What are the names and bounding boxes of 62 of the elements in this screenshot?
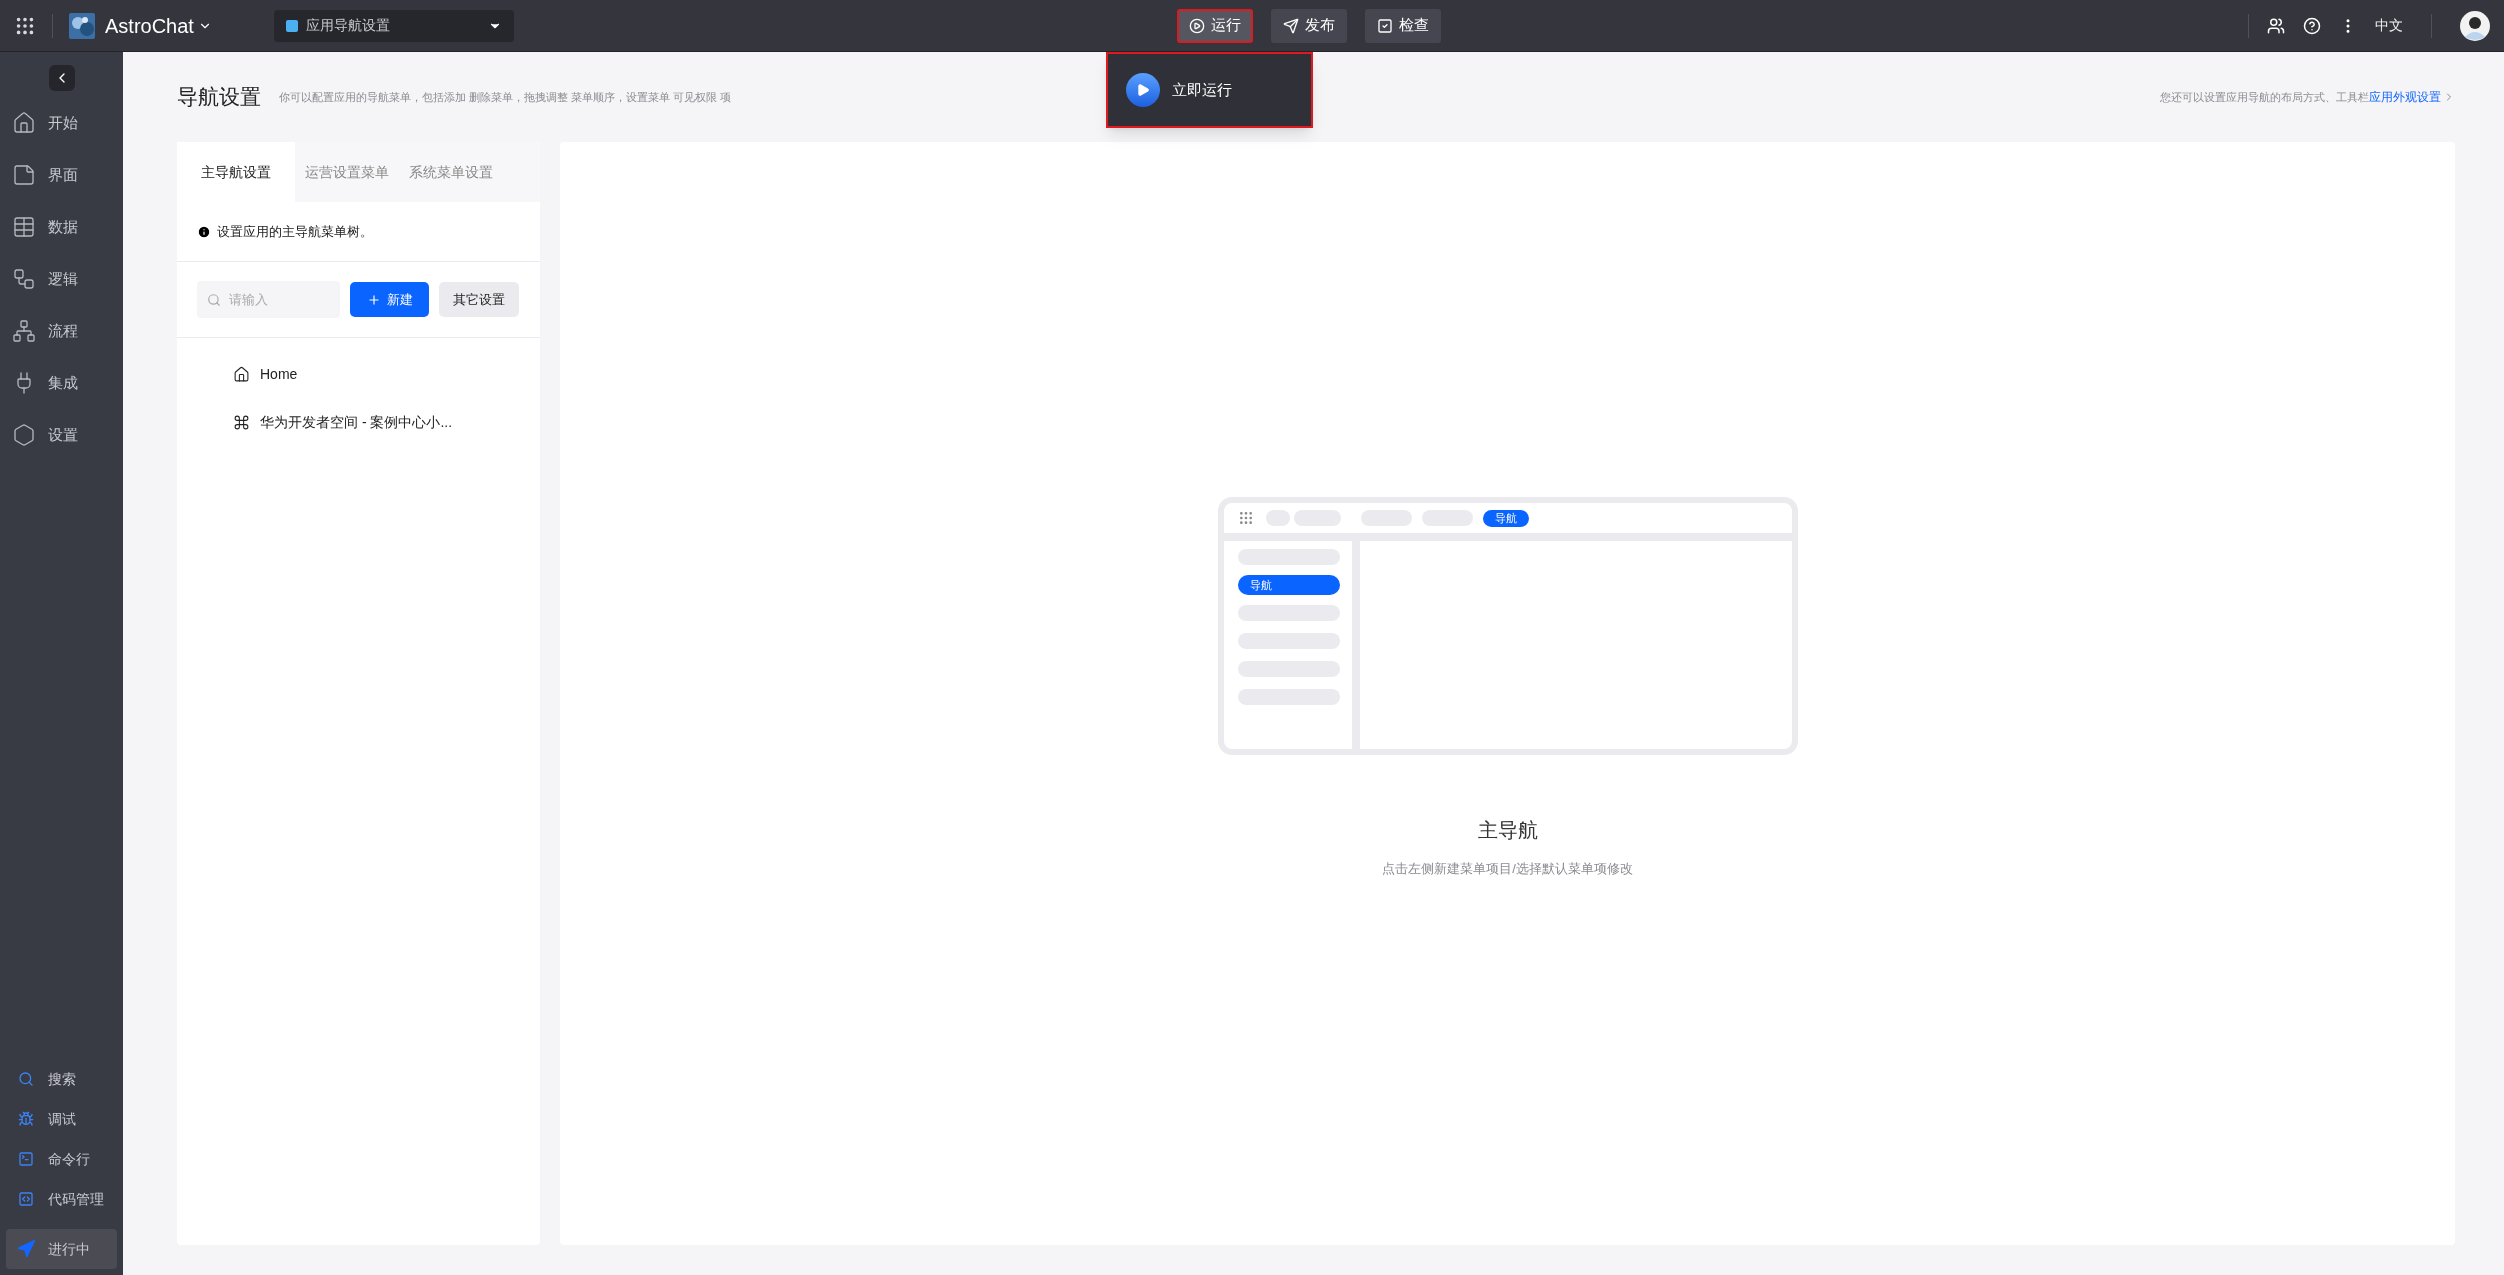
tree-item[interactable]: Home: [233, 350, 540, 398]
app-name[interactable]: AstroChat: [105, 10, 194, 41]
info-icon: [197, 224, 211, 239]
tool-item[interactable]: 代码管理: [6, 1179, 117, 1219]
settings-icon: [12, 423, 36, 447]
tool-item[interactable]: 搜索: [6, 1059, 117, 1099]
appearance-settings-link[interactable]: 应用外观设置: [2369, 88, 2441, 106]
search-icon: [207, 293, 221, 307]
empty-state-hint: 点击左侧新建菜单项目/选择默认菜单项修改: [1382, 860, 1633, 878]
tab[interactable]: 运营设置菜单: [295, 142, 399, 202]
collapse-button[interactable]: [48, 65, 75, 91]
new-button[interactable]: 新建: [350, 282, 429, 317]
page-icon: [12, 163, 36, 187]
page-title: 导航设置: [177, 84, 261, 111]
house-icon: [233, 365, 250, 383]
code-icon: [18, 1191, 34, 1207]
tree-item[interactable]: 华为开发者空间 - 案例中心小...: [233, 398, 540, 446]
toolbar-button[interactable]: 检查: [1364, 8, 1441, 43]
plus-icon: [366, 292, 381, 307]
paper-plane-icon: [16, 1239, 36, 1259]
toolbar-button[interactable]: 运行: [1176, 8, 1253, 43]
terminal-icon: [18, 1151, 34, 1167]
tool-item[interactable]: 调试: [6, 1099, 117, 1139]
empty-state-title: 主导航: [1477, 818, 1538, 843]
language-label[interactable]: 中文: [2375, 15, 2403, 36]
notice-text: 设置应用的主导航菜单树。: [217, 222, 373, 241]
page-description: 你可以配置应用的导航菜单，包括添加 删除菜单，拖拽调整 菜单顺序，设置菜单 可见权限 项: [279, 89, 732, 105]
sidebar-item[interactable]: 数据: [6, 201, 117, 253]
house-icon: [12, 111, 36, 135]
help-icon[interactable]: [2303, 16, 2321, 35]
avatar-icon[interactable]: [2460, 10, 2490, 41]
sidebar-item[interactable]: 集成: [6, 357, 117, 409]
sidebar-item[interactable]: 界面: [6, 149, 117, 201]
sidebar-item[interactable]: 开始: [6, 97, 117, 149]
page-selector[interactable]: 应用导航设置: [273, 9, 514, 42]
paper-plane-icon: [1282, 17, 1299, 34]
search-icon: [18, 1071, 34, 1087]
branch-icon: [12, 267, 36, 291]
toolbar-button[interactable]: 发布: [1270, 8, 1347, 43]
nav-tag: 导航: [1482, 509, 1529, 527]
sidebar-item[interactable]: 流程: [6, 305, 117, 357]
run-icon: [1126, 73, 1160, 107]
sidebar-item[interactable]: 逻辑: [6, 253, 117, 305]
checkbox-icon: [1376, 17, 1393, 34]
play-circle-icon: [1188, 17, 1205, 34]
dots-grid-icon: [1237, 510, 1254, 526]
tab[interactable]: 主导航设置: [177, 142, 295, 202]
logo-icon: [69, 12, 95, 39]
status-button[interactable]: 进行中: [6, 1229, 117, 1269]
layout-hint: 您还可以设置应用导航的布局方式、工具栏: [2160, 89, 2369, 105]
flow-icon: [12, 319, 36, 343]
search-field[interactable]: 请输入: [197, 281, 340, 318]
command-icon: [233, 413, 250, 431]
tool-item[interactable]: 命令行: [6, 1139, 117, 1179]
nav-tag: 导航: [1237, 575, 1340, 595]
table-icon: [12, 215, 36, 239]
sidebar-item[interactable]: 设置: [6, 409, 117, 461]
tab[interactable]: 系统菜单设置: [399, 142, 503, 202]
users-icon[interactable]: [2267, 16, 2285, 35]
run-now-item[interactable]: 立即运行: [1172, 78, 1232, 102]
other-settings-button[interactable]: 其它设置: [439, 282, 519, 317]
bug-icon: [18, 1111, 34, 1127]
